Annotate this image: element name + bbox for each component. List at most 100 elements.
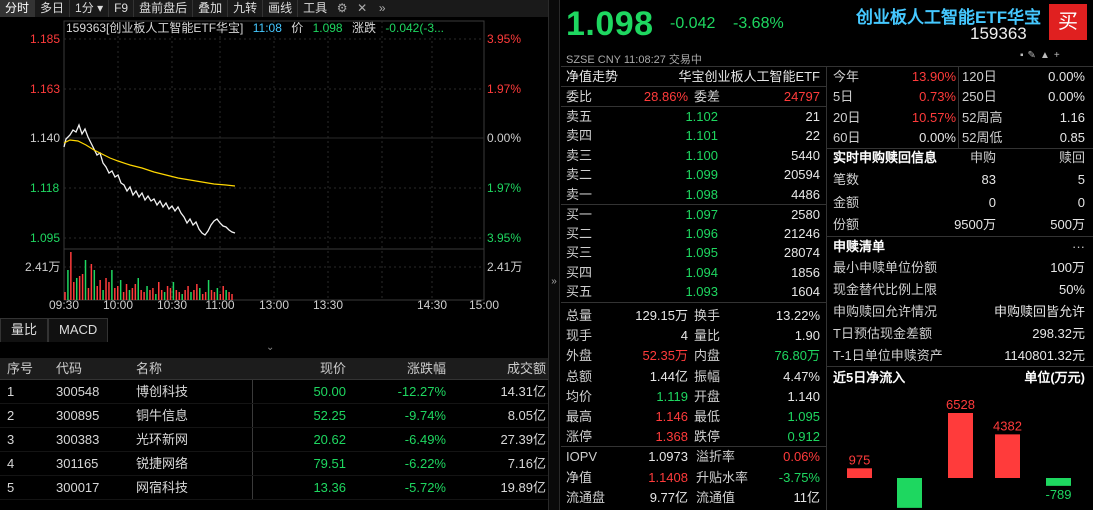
row-code: 300383 xyxy=(56,432,100,447)
more-icon[interactable]: ··· xyxy=(1060,237,1085,256)
row-amount: 7.16亿 xyxy=(507,456,546,471)
subscribe-row-label: 金额 xyxy=(833,194,860,210)
row-amount: 27.39亿 xyxy=(500,432,546,447)
buy-button[interactable]: 买 xyxy=(1049,4,1087,40)
price-line xyxy=(63,123,236,236)
volume-scale-left: 2.41万 xyxy=(25,260,60,274)
stat-value: 4 xyxy=(680,328,688,344)
bid-price: 1.095 xyxy=(685,245,718,261)
row-change: -6.22% xyxy=(404,456,446,471)
add-icon[interactable]: + xyxy=(1054,50,1064,61)
tab-volume-ratio[interactable]: 量比 xyxy=(0,318,49,342)
tab-tools[interactable]: 工具 xyxy=(298,0,332,17)
tab-nine-turn[interactable]: 九转 xyxy=(228,0,264,17)
col-code[interactable]: 代码 xyxy=(50,358,132,379)
collapse-icon[interactable]: ⌄ xyxy=(266,342,274,353)
subscribe-row-label: 笔数 xyxy=(833,172,860,187)
chart-info-bar: 159363[创业板人工智能ETF华宝] 11:08 价 1.098 涨跌 -0… xyxy=(66,19,444,35)
ask-volume: 20594 xyxy=(783,167,820,183)
table-row[interactable]: 2 300895 铜牛信息 52.25 -9.74% 8.05亿 xyxy=(0,404,548,428)
edit-icon[interactable]: ✎ xyxy=(1028,50,1040,61)
panel-divider[interactable]: » xyxy=(548,0,560,510)
bid-volume: 21246 xyxy=(783,226,820,242)
y-tick-right: 0.00% xyxy=(487,131,521,145)
bid-price: 1.093 xyxy=(685,283,718,299)
intraday-chart-svg: 1.185 3.95% 1.163 1.97% 1.140 0.00% 1.118 1.97%… xyxy=(25,20,522,312)
settings-icon[interactable]: ⚙ xyxy=(332,0,352,17)
tab-1min-label: 1分 xyxy=(75,1,94,15)
ask-price: 1.102 xyxy=(685,109,718,124)
col-price[interactable]: 现价 xyxy=(252,358,352,379)
table-row[interactable]: 4 301165 锐捷网络 79.51 -6.22% 7.16亿 xyxy=(0,452,548,476)
netflow-chart: 975 6528 4382 -789 xyxy=(847,397,1072,508)
table-row[interactable]: 3 300383 光环新网 20.62 -6.49% 27.39亿 xyxy=(0,428,548,452)
divider-line xyxy=(561,302,826,303)
tab-1min[interactable]: 1分 ▾ xyxy=(70,0,110,17)
row-name: 锐捷网络 xyxy=(136,456,189,471)
ask-volume: 22 xyxy=(805,128,820,144)
perf-label: 今年 xyxy=(833,69,860,84)
tab-overlay[interactable]: 叠加 xyxy=(193,0,229,17)
tab-macd[interactable]: MACD xyxy=(48,318,109,342)
price-change-pct: -3.68% xyxy=(733,15,784,32)
iopv-value: 11亿 xyxy=(793,490,821,505)
col-no[interactable]: 序号 xyxy=(0,358,50,379)
ask-label: 卖三 xyxy=(566,147,593,163)
table-row[interactable]: 5 300017 网宿科技 13.36 -5.72% 19.89亿 xyxy=(0,476,548,500)
tab-draw-line[interactable]: 画线 xyxy=(263,0,299,17)
redeem-value: 0 xyxy=(1077,194,1085,210)
stat-value: 0.912 xyxy=(787,429,820,445)
tab-multi-day[interactable]: 多日 xyxy=(35,0,71,17)
netflow-bar xyxy=(995,434,1020,478)
stat-value: 76.80万 xyxy=(774,348,820,364)
perf-value: 0.85 xyxy=(1059,129,1085,145)
stat-value: 13.22% xyxy=(775,308,820,323)
fund-full-name: 华宝创业板人工智能ETF xyxy=(678,69,820,84)
stat-label: 换手 xyxy=(694,308,721,323)
creation-value: 50% xyxy=(1058,282,1085,297)
divider-line xyxy=(958,66,959,148)
y-tick-left: 1.140 xyxy=(30,131,60,145)
volume-scale-right: 2.41万 xyxy=(487,260,522,274)
tab-intraday[interactable]: 分时 xyxy=(0,0,36,17)
perf-label: 120日 xyxy=(962,69,997,84)
bid-price: 1.094 xyxy=(685,264,718,280)
x-tick-label: 13:00 xyxy=(259,298,289,312)
intraday-chart[interactable]: 1.185 3.95% 1.163 1.97% 1.140 0.00% 1.118 1.97%… xyxy=(0,17,548,315)
tab-pre-post-market[interactable]: 盘前盘后 xyxy=(134,0,194,17)
x-tick-label: 13:30 xyxy=(313,298,343,312)
chart-price-label: 价 xyxy=(291,21,304,35)
subscribe-value: 83 xyxy=(981,172,996,187)
netflow-title: 近5日净流入 xyxy=(833,370,906,385)
ask-price: 1.098 xyxy=(685,186,718,202)
table-row[interactable]: 1 300548 博创科技 50.00 -12.27% 14.31亿 xyxy=(0,380,548,404)
stock-list: 序号 代码 名称 现价 涨跌幅 成交额 1 300548 博创科技 50.00 -12.… xyxy=(0,358,548,510)
creation-value: 申购赎回皆允许 xyxy=(993,304,1085,319)
bell-icon[interactable]: ▲ xyxy=(1040,50,1054,61)
more-icon[interactable]: ▪ xyxy=(1020,50,1028,61)
expand-icon[interactable]: » xyxy=(372,0,392,17)
col-change[interactable]: 涨跌幅 xyxy=(352,358,452,379)
row-change: -9.74% xyxy=(404,408,446,423)
subscribe-row-label: 份额 xyxy=(833,217,860,232)
bid-volume: 1856 xyxy=(791,264,820,280)
weibi-value: 28.86% xyxy=(643,89,688,104)
perf-label: 250日 xyxy=(962,89,997,105)
chart-toolbar: 分时 多日 1分 ▾ F9 盘前盘后 叠加 九转 画线 工具 ⚙ ✕ » xyxy=(0,0,548,17)
iopv-value: 0.06% xyxy=(783,449,820,464)
expand-icon[interactable]: » xyxy=(549,276,559,287)
close-icon[interactable]: ✕ xyxy=(352,0,372,17)
bid-label: 买一 xyxy=(566,207,593,222)
redeem-value: 500万 xyxy=(1050,217,1085,232)
col-name[interactable]: 名称 xyxy=(132,358,252,379)
x-tick-label: 10:30 xyxy=(157,298,187,312)
perf-label: 52周高 xyxy=(962,109,1003,125)
tab-f9[interactable]: F9 xyxy=(109,0,135,17)
perf-value: 10.57% xyxy=(911,109,956,125)
fund-code: 159363 xyxy=(970,24,1027,43)
row-name: 铜牛信息 xyxy=(136,408,189,423)
y-tick-left: 1.095 xyxy=(30,231,60,245)
row-no: 1 xyxy=(7,384,15,399)
col-amount[interactable]: 成交额 xyxy=(452,358,548,379)
chart-code-name: 159363[创业板人工智能ETF华宝] xyxy=(66,21,244,35)
